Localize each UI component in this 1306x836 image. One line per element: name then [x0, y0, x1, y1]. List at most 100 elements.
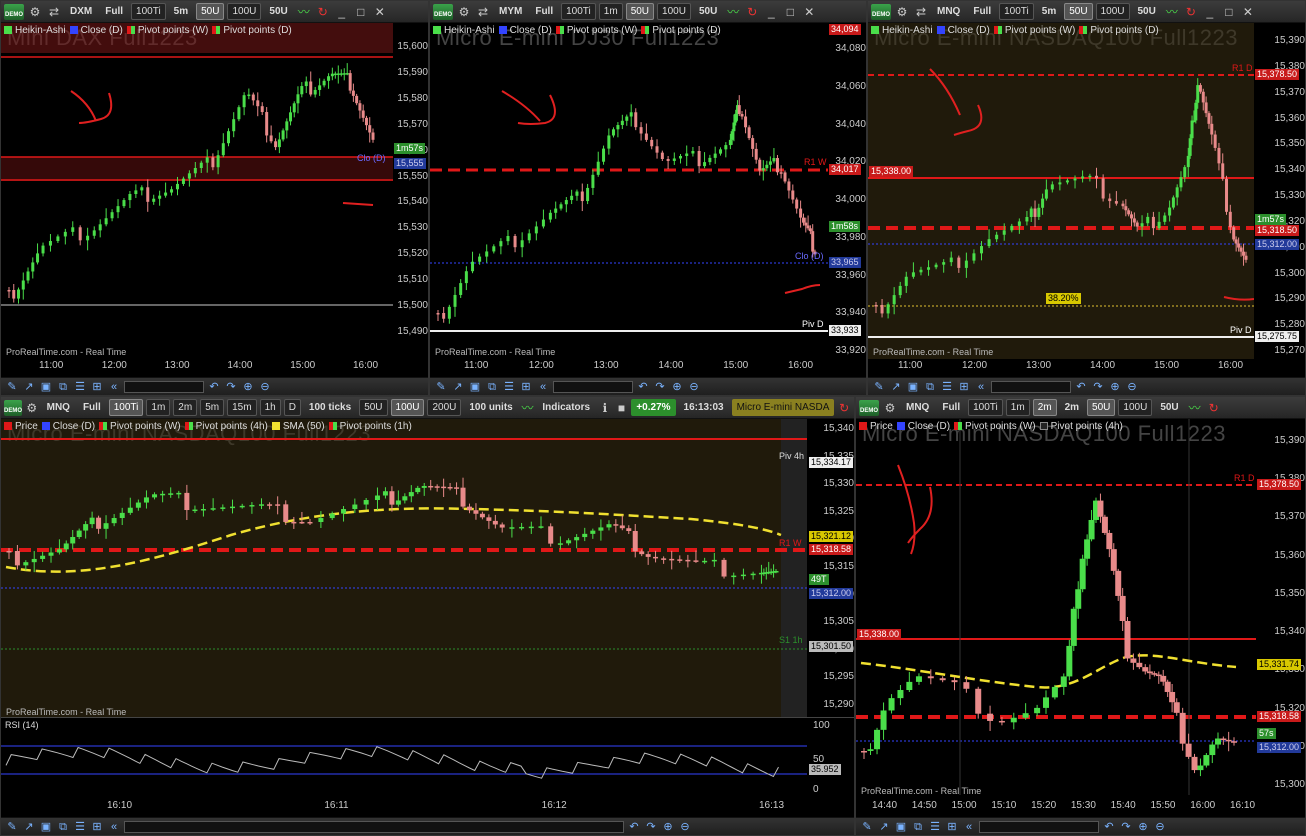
timeframe-d[interactable]: D: [283, 399, 301, 416]
ticks-button[interactable]: 100Ti: [131, 3, 166, 20]
list-icon[interactable]: ☰: [928, 820, 942, 834]
compare-icon[interactable]: ⊞: [90, 820, 104, 834]
cursor-icon[interactable]: ↗: [877, 820, 891, 834]
chart-type-icon[interactable]: 〰: [521, 400, 535, 416]
timeframe-1m[interactable]: 1m: [146, 399, 171, 416]
draw-tool-icon[interactable]: ✎: [434, 380, 448, 394]
close-icon[interactable]: ✕: [372, 4, 388, 20]
zoom-icon[interactable]: ⊕: [1136, 820, 1150, 834]
timeframe-5m[interactable]: 5m: [200, 399, 225, 416]
units-button-50[interactable]: 50U: [196, 3, 225, 20]
time-scrollbar[interactable]: [979, 820, 1099, 833]
timeframe-15m[interactable]: 15m: [227, 399, 257, 416]
units-button-50[interactable]: 50U: [359, 399, 388, 416]
timeframe-2m[interactable]: 2m: [1032, 399, 1057, 416]
link-icon[interactable]: ⇄: [475, 4, 491, 20]
cursor-icon[interactable]: ↗: [22, 820, 36, 834]
timeframe-selector[interactable]: 5m: [1037, 3, 1061, 20]
units-selector[interactable]: 50U: [1133, 3, 1161, 20]
units-button-100[interactable]: 100U: [1095, 3, 1130, 20]
units-button-100[interactable]: 100U: [657, 3, 691, 20]
units-selector[interactable]: 100 units: [464, 399, 517, 416]
maximize-icon[interactable]: □: [1221, 4, 1237, 20]
list-icon[interactable]: ☰: [73, 380, 87, 394]
link-icon[interactable]: ⇄: [913, 4, 929, 20]
symbol-selector[interactable]: MNQ: [901, 399, 934, 416]
timeframe-selector[interactable]: 2m: [1060, 399, 1084, 416]
symbol-selector[interactable]: MNQ: [932, 3, 965, 20]
layout-icon[interactable]: ▣: [39, 380, 53, 394]
compare-icon[interactable]: ⊞: [519, 380, 533, 394]
price-chart[interactable]: [856, 419, 1256, 795]
settings-icon[interactable]: ⚙: [882, 400, 898, 416]
price-chart[interactable]: [430, 23, 828, 359]
redo-icon[interactable]: ↷: [224, 380, 238, 394]
price-chart[interactable]: [1, 23, 393, 359]
close-icon[interactable]: ✕: [801, 4, 817, 20]
compare-icon[interactable]: ⊞: [90, 380, 104, 394]
time-scrollbar[interactable]: [124, 820, 624, 833]
cursor-icon[interactable]: ↗: [451, 380, 465, 394]
undo-icon[interactable]: ↶: [1102, 820, 1116, 834]
scroll-left-icon[interactable]: «: [107, 820, 121, 834]
link-icon[interactable]: ⇄: [46, 4, 62, 20]
layout-icon[interactable]: ▣: [894, 820, 908, 834]
zoom-icon[interactable]: ⊕: [241, 380, 255, 394]
window-icon[interactable]: ⧉: [485, 380, 499, 394]
time-scrollbar[interactable]: [991, 380, 1071, 393]
redo-icon[interactable]: ↷: [1091, 380, 1105, 394]
settings-icon[interactable]: ⚙: [25, 400, 39, 416]
undo-icon[interactable]: ↶: [636, 380, 650, 394]
units-button-50[interactable]: 50U: [625, 3, 655, 20]
zoom-out-icon[interactable]: ⊖: [678, 820, 692, 834]
undo-icon[interactable]: ↶: [207, 380, 221, 394]
scroll-left-icon[interactable]: «: [536, 380, 550, 394]
timeframe-2m[interactable]: 2m: [173, 399, 198, 416]
layout-icon[interactable]: ▣: [39, 820, 53, 834]
window-icon[interactable]: ⧉: [911, 820, 925, 834]
units-button-100[interactable]: 100U: [227, 3, 262, 20]
maximize-icon[interactable]: □: [353, 4, 369, 20]
units-button-200[interactable]: 200U: [427, 399, 462, 416]
refresh-icon[interactable]: ↻: [315, 4, 331, 20]
zoom-out-icon[interactable]: ⊖: [687, 380, 701, 394]
window-icon[interactable]: ⧉: [56, 820, 70, 834]
zoom-icon[interactable]: ⊕: [661, 820, 675, 834]
symbol-selector[interactable]: DXM: [65, 3, 97, 20]
zoom-icon[interactable]: ⊕: [1108, 380, 1122, 394]
chart-type-icon[interactable]: 〰: [1164, 4, 1180, 20]
units-button-100[interactable]: 100U: [390, 399, 425, 416]
chart-type-icon[interactable]: 〰: [296, 4, 312, 20]
timeframe-selector[interactable]: 5m: [169, 3, 193, 20]
list-icon[interactable]: ☰: [73, 820, 87, 834]
settings-icon[interactable]: ⚙: [456, 4, 472, 20]
refresh-icon[interactable]: ↻: [1183, 4, 1199, 20]
draw-tool-icon[interactable]: ✎: [5, 820, 19, 834]
zoom-icon[interactable]: ⊕: [670, 380, 684, 394]
time-scrollbar[interactable]: [124, 380, 204, 393]
units-button-50[interactable]: 50U: [1064, 3, 1093, 20]
rsi-chart[interactable]: [1, 718, 807, 800]
layout-icon[interactable]: ▣: [906, 380, 920, 394]
price-chart[interactable]: [1, 419, 807, 717]
cursor-icon[interactable]: ↗: [22, 380, 36, 394]
zoom-out-icon[interactable]: ⊖: [1153, 820, 1167, 834]
minimize-icon[interactable]: _: [763, 4, 779, 20]
settings-icon[interactable]: ⚙: [894, 4, 910, 20]
draw-tool-icon[interactable]: ✎: [872, 380, 886, 394]
redo-icon[interactable]: ↷: [1119, 820, 1133, 834]
units-selector[interactable]: 50U: [694, 3, 722, 20]
units-button-100[interactable]: 100U: [1118, 399, 1153, 416]
symbol-selector[interactable]: MNQ: [42, 399, 75, 416]
redo-icon[interactable]: ↷: [653, 380, 667, 394]
timeframe-1h[interactable]: 1h: [259, 399, 281, 416]
symbol-selector[interactable]: MYM: [494, 3, 527, 20]
mode-selector[interactable]: Full: [968, 3, 996, 20]
ticks-button[interactable]: 100Ti: [968, 399, 1003, 416]
undo-icon[interactable]: ↶: [1074, 380, 1088, 394]
ticks-button[interactable]: 100Ti: [999, 3, 1034, 20]
ticks-button[interactable]: 100Ti: [561, 3, 596, 20]
time-scrollbar[interactable]: [553, 380, 633, 393]
list-icon[interactable]: ☰: [502, 380, 516, 394]
minimize-icon[interactable]: _: [334, 4, 350, 20]
